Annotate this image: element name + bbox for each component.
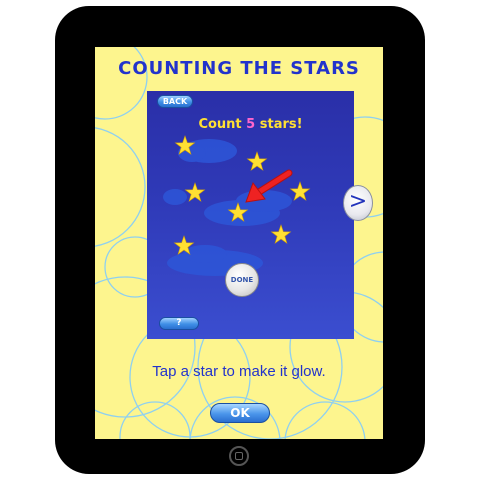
instruction-text: Tap a star to make it glow.: [152, 363, 326, 380]
star[interactable]: [246, 151, 268, 171]
star[interactable]: [289, 181, 311, 201]
help-button[interactable]: ?: [159, 317, 199, 330]
star-panel: BACK Count 5 stars! DONE ?: [147, 91, 354, 339]
back-button[interactable]: BACK: [157, 95, 193, 108]
count-prompt: Count 5 stars!: [147, 117, 354, 132]
prompt-suffix: stars!: [255, 117, 303, 132]
home-button-icon[interactable]: [229, 446, 249, 466]
prompt-prefix: Count: [198, 117, 247, 132]
target-count: 5: [246, 117, 256, 132]
game-title: COUNTING THE STARS: [118, 58, 360, 79]
star[interactable]: [270, 224, 292, 244]
ok-button[interactable]: OK: [210, 403, 270, 423]
star[interactable]: [184, 182, 206, 202]
done-button[interactable]: DONE: [225, 263, 259, 297]
game-screen: COUNTING THE STARS BACK Count 5 stars! D…: [95, 47, 383, 439]
chevron-right-icon[interactable]: >: [343, 185, 373, 221]
